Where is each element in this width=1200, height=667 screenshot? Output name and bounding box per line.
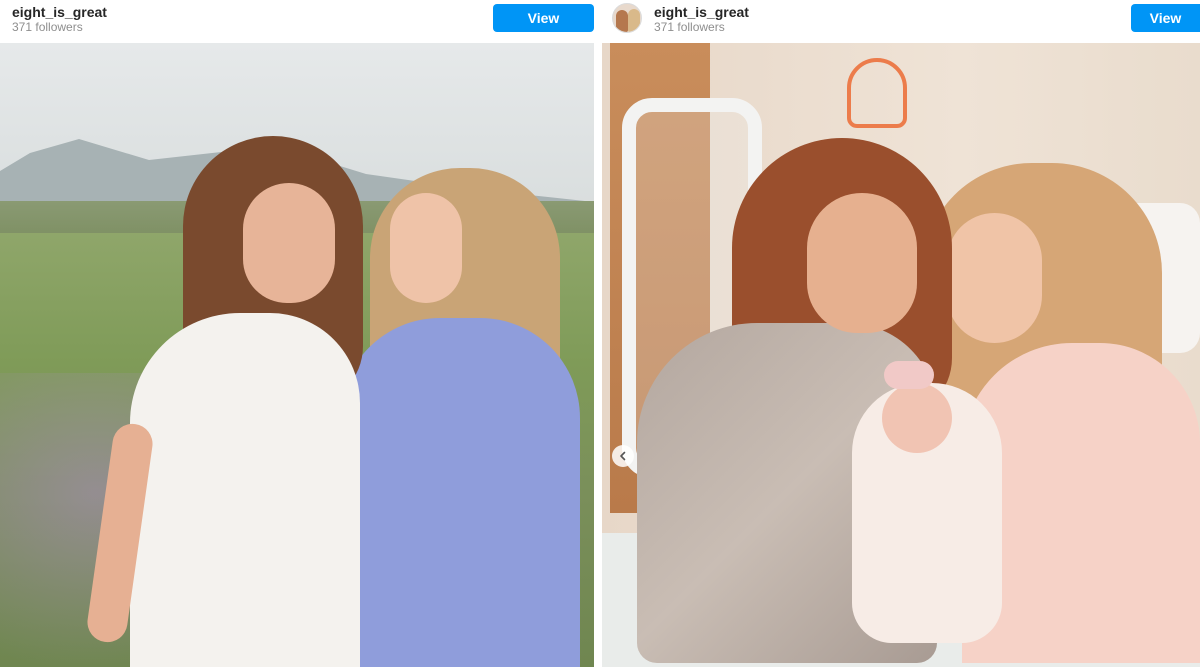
post-photo[interactable]: [0, 43, 594, 667]
photo-person-dress: [130, 313, 360, 667]
photo-baby-face: [882, 383, 952, 453]
photo-medical-tube: [847, 58, 907, 128]
photo-person-dress: [340, 318, 580, 667]
carousel-prev-button[interactable]: [612, 445, 634, 467]
photo-person-face: [390, 193, 462, 303]
photo-person-face: [807, 193, 917, 333]
avatar[interactable]: [612, 3, 642, 33]
followers-count: 371 followers: [654, 20, 725, 34]
instagram-embed-left: eight_is_great 371 followers View profil…: [0, 0, 594, 667]
photo-person-face: [243, 183, 335, 303]
chevron-left-icon: [620, 451, 626, 461]
view-profile-button[interactable]: View profile: [1131, 4, 1200, 54]
username-link[interactable]: eight_is_great: [12, 4, 107, 20]
post-header: eight_is_great 371 followers View profil…: [602, 0, 1200, 54]
divider: [594, 0, 602, 667]
photo-baby-bow: [884, 361, 934, 389]
post-header: eight_is_great 371 followers View profil…: [0, 0, 594, 54]
photo-person-face: [947, 213, 1042, 343]
post-photo[interactable]: [602, 43, 1200, 667]
followers-count: 371 followers: [12, 20, 83, 34]
view-profile-button[interactable]: View profile: [493, 4, 594, 54]
username-link[interactable]: eight_is_great: [654, 4, 749, 20]
instagram-embed-right: eight_is_great 371 followers View profil…: [602, 0, 1200, 667]
